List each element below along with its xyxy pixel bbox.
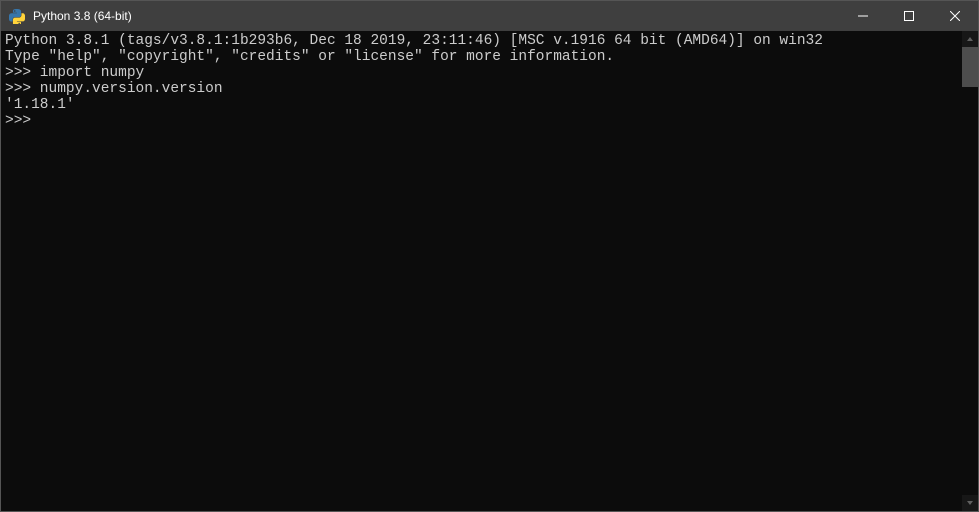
terminal-line: Python 3.8.1 (tags/v3.8.1:1b293b6, Dec 1… (5, 33, 823, 49)
terminal-prompt: >>> (5, 113, 40, 129)
close-button[interactable] (932, 1, 978, 31)
titlebar[interactable]: Python 3.8 (64-bit) (1, 1, 978, 31)
terminal-line: >>> import numpy (5, 65, 144, 81)
window-controls (840, 1, 978, 31)
maximize-button[interactable] (886, 1, 932, 31)
terminal-output[interactable]: Python 3.8.1 (tags/v3.8.1:1b293b6, Dec 1… (1, 31, 962, 511)
scroll-up-button[interactable] (962, 31, 978, 47)
vertical-scrollbar[interactable] (962, 31, 978, 511)
python-icon (9, 8, 25, 24)
application-window: Python 3.8 (64-bit) Python 3.8.1 (tags/v… (0, 0, 979, 512)
scroll-thumb[interactable] (962, 47, 978, 87)
terminal-area: Python 3.8.1 (tags/v3.8.1:1b293b6, Dec 1… (1, 31, 978, 511)
window-title: Python 3.8 (64-bit) (31, 9, 840, 23)
terminal-line: Type "help", "copyright", "credits" or "… (5, 49, 614, 65)
terminal-line: >>> numpy.version.version (5, 81, 223, 97)
terminal-line: '1.18.1' (5, 97, 75, 113)
scroll-down-button[interactable] (962, 495, 978, 511)
minimize-button[interactable] (840, 1, 886, 31)
